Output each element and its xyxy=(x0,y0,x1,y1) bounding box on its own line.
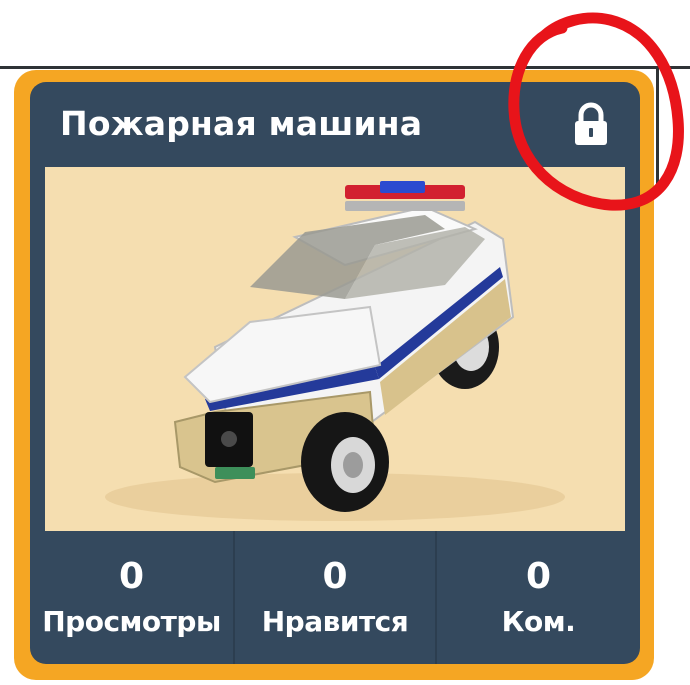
stat-likes-label: Нравится xyxy=(261,605,409,638)
car-image xyxy=(105,181,565,521)
stat-comments-value: 0 xyxy=(525,556,552,597)
stat-views-value: 0 xyxy=(118,556,145,597)
card-stats: 0 Просмотры 0 Нравится 0 Ком. xyxy=(30,531,640,664)
red-circle-annotation xyxy=(500,0,690,215)
stat-comments[interactable]: 0 Ком. xyxy=(437,531,640,664)
stat-views-label: Просмотры xyxy=(42,605,221,638)
card-title[interactable]: Пожарная машина xyxy=(60,104,422,143)
stat-likes[interactable]: 0 Нравится xyxy=(235,531,435,664)
stat-comments-label: Ком. xyxy=(501,605,576,638)
project-thumbnail[interactable] xyxy=(45,167,625,531)
stat-views[interactable]: 0 Просмотры xyxy=(30,531,233,664)
stat-likes-value: 0 xyxy=(322,556,348,597)
